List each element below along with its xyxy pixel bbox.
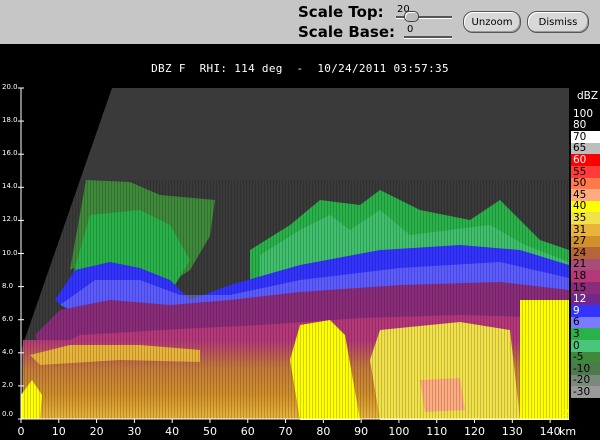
x-tick-label: 100 (388, 425, 410, 438)
y-tick-label: 0.0 (2, 410, 14, 418)
colorbar-label: 80 (573, 119, 587, 132)
x-tick-label: 80 (316, 425, 331, 438)
colorbar-label: -10 (573, 362, 591, 375)
rhi-radar-display[interactable]: 2 (0, 0, 600, 440)
x-tick-label: 130 (501, 425, 523, 438)
y-tick-label: 8.0 (2, 281, 14, 290)
colorbar-label: 6 (573, 316, 580, 329)
x-tick-label: 40 (165, 425, 180, 438)
x-tick-label: 140 (539, 425, 561, 438)
colorbar-label: 9 (573, 304, 580, 317)
colorbar-label: -30 (573, 385, 591, 398)
x-tick-label: 60 (240, 425, 255, 438)
y-tick-label: 10.0 (2, 248, 18, 257)
colorbar-label: 15 (573, 281, 587, 294)
x-tick-label: 70 (278, 425, 293, 438)
x-tick-label: 0 (17, 425, 25, 438)
colorbar-label: 60 (573, 153, 587, 166)
y-tick-label: 4.0 (2, 347, 14, 356)
colorbar-label: -20 (573, 374, 591, 387)
colorbar-label: 0 (573, 339, 580, 352)
colorbar-label: 35 (573, 211, 587, 224)
colorbar-unit: dBZ (577, 90, 599, 102)
y-tick-label: 20.0 (2, 83, 18, 91)
colorbar-label: 24 (573, 246, 587, 259)
colorbar-label: 65 (573, 142, 587, 155)
plot-area (21, 88, 569, 420)
colorbar-label: 40 (573, 200, 587, 213)
colorbar-label: 12 (573, 293, 587, 306)
colorbar-label: 31 (573, 223, 587, 236)
colorbar-label: -5 (573, 351, 584, 364)
x-tick-label: 50 (202, 425, 217, 438)
streak-texture (23, 180, 569, 419)
x-tick-label: 90 (354, 425, 369, 438)
colorbar-label: 55 (573, 165, 587, 178)
colorbar-label: 45 (573, 188, 587, 201)
colorbar-label: 18 (573, 269, 587, 282)
y-tick-label: 14.0 (2, 182, 18, 191)
colorbar-label: 21 (573, 258, 587, 271)
colorbar-label: 3 (573, 327, 580, 340)
colorbar-label: 100 (573, 107, 594, 120)
y-tick-label: 6.0 (2, 314, 14, 323)
x-tick-label: 110 (426, 425, 448, 438)
x-tick-label: 20 (89, 425, 104, 438)
corner-marker: 2 (563, 408, 569, 419)
x-tick-label: 120 (464, 425, 486, 438)
colorbar-label: 50 (573, 177, 587, 190)
y-tick-label: 2.0 (2, 380, 14, 389)
colorbar-label: 70 (573, 130, 587, 143)
y-tick-label: 16.0 (2, 149, 18, 158)
x-tick-label: 10 (51, 425, 66, 438)
y-tick-label: 18.0 (2, 116, 18, 125)
x-axis-unit: km (559, 425, 577, 438)
y-tick-label: 12.0 (2, 215, 18, 224)
x-tick-label: 30 (127, 425, 142, 438)
colorbar-label: 27 (573, 235, 587, 248)
